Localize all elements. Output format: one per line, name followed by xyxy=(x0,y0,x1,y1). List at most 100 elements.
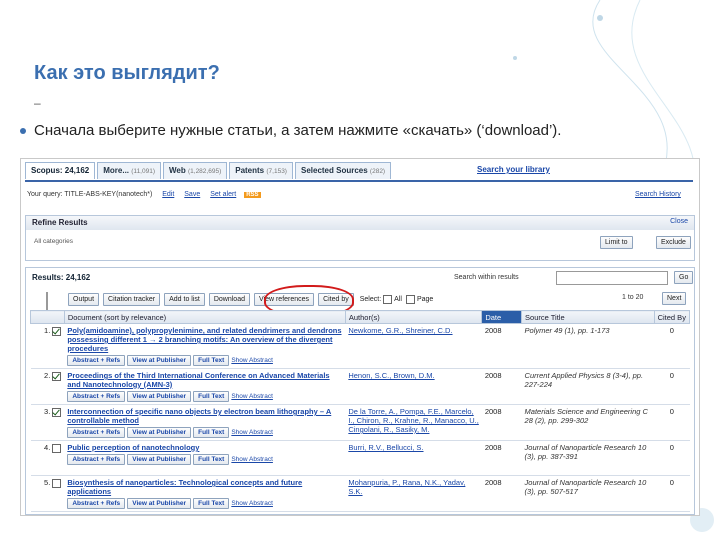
go-button[interactable]: Go xyxy=(674,271,694,284)
limit-to-button[interactable]: Limit to xyxy=(600,236,633,249)
next-page-button[interactable]: Next xyxy=(662,292,687,305)
select-all-checkbox[interactable] xyxy=(383,294,393,304)
abstract-refs-button[interactable]: Abstract + Refs xyxy=(67,427,126,438)
add-to-list-button[interactable]: Add to list xyxy=(164,292,205,306)
col-authors[interactable]: Author(s) xyxy=(344,310,483,324)
show-abstract-link[interactable]: Show Abstract xyxy=(231,500,273,507)
source-cell[interactable]: Materials Science and Engineering C 28 (… xyxy=(521,404,655,441)
show-abstract-link[interactable]: Show Abstract xyxy=(231,456,273,463)
query-text: Your query: TITLE-ABS-KEY(nanotech*) xyxy=(27,191,153,198)
col-date[interactable]: Date xyxy=(481,310,523,324)
view-at-publisher-button[interactable]: View at Publisher xyxy=(127,391,191,402)
page-range: 1 to 20 xyxy=(622,294,644,301)
full-text-button[interactable]: Full Text xyxy=(193,498,230,509)
full-text-button[interactable]: Full Text xyxy=(193,454,230,465)
refine-close-link[interactable]: Close xyxy=(670,218,688,225)
select-all-label: All xyxy=(394,295,402,303)
authors-cell[interactable]: Mohanpuria, P., Rana, N.K., Yadav, S.K. xyxy=(345,475,482,512)
bullet-dot-icon xyxy=(20,128,26,135)
exclude-button[interactable]: Exclude xyxy=(656,236,691,249)
row-checkbox[interactable] xyxy=(52,407,62,417)
doc-cell: Biosynthesis of nanoparticles: Technolog… xyxy=(64,475,346,512)
table-row: 2. Proceedings of the Third International… xyxy=(30,368,690,405)
full-text-button[interactable]: Full Text xyxy=(193,427,230,438)
view-at-publisher-button[interactable]: View at Publisher xyxy=(127,427,191,438)
doc-title-link[interactable]: Public perception of nanotechnology xyxy=(67,443,342,452)
tab-more[interactable]: More... (11,091) xyxy=(97,162,161,179)
tab-scopus[interactable]: Scopus: 24,162 xyxy=(25,162,96,179)
row-checkbox[interactable] xyxy=(52,443,62,453)
source-cell[interactable]: Journal of Nanoparticle Research 10 (3),… xyxy=(521,440,655,476)
view-references-button[interactable]: View references xyxy=(253,292,315,306)
tab-patents[interactable]: Patents (7,153) xyxy=(229,162,293,179)
row-checkbox[interactable] xyxy=(52,371,62,381)
show-abstract-link[interactable]: Show Abstract xyxy=(231,429,273,436)
citation-tracker-button[interactable]: Citation tracker xyxy=(103,292,161,306)
cited-cell: 0 xyxy=(654,475,690,512)
authors-cell[interactable]: De la Torre, A., Pompa, F.E., Marcelo, I… xyxy=(345,404,482,441)
results-toolbar: Output Citation tracker Add to list Down… xyxy=(68,292,433,306)
col-number xyxy=(30,310,65,324)
row-number: 4. xyxy=(30,440,65,476)
set-alert-link[interactable]: Set alert xyxy=(210,191,236,198)
authors-cell[interactable]: Newkome, G.R., Shreiner, C.D. xyxy=(345,323,482,369)
row-checkbox[interactable] xyxy=(52,326,62,336)
bullet-text: Сначала выберите нужные статьи, а затем … xyxy=(34,122,562,139)
tab-web[interactable]: Web (1,282,695) xyxy=(163,162,228,179)
doc-title-link[interactable]: Poly(amidoamine), polypropylenimine, and… xyxy=(67,326,342,353)
tab-selected-sources[interactable]: Selected Sources (282) xyxy=(294,162,392,179)
col-document[interactable]: Document (sort by relevance) xyxy=(63,310,346,324)
doc-title-link[interactable]: Interconnection of specific nano objects… xyxy=(67,407,342,425)
search-library-link[interactable]: Search your library xyxy=(477,165,550,174)
authors-cell[interactable]: Burri, R.V., Bellucci, S. xyxy=(345,440,482,476)
cited-by-button[interactable]: Cited by xyxy=(318,292,354,306)
row-number: 5. xyxy=(30,475,65,512)
date-cell: 2008 xyxy=(481,475,522,512)
search-within-input[interactable] xyxy=(556,271,668,285)
select-page-label: Page xyxy=(416,295,434,303)
rss-icon[interactable]: RSS xyxy=(244,192,261,198)
edit-link[interactable]: Edit xyxy=(162,191,174,198)
abstract-refs-button[interactable]: Abstract + Refs xyxy=(67,498,126,509)
source-cell[interactable]: Polymer 49 (1), pp. 1-173 xyxy=(521,323,655,369)
cited-cell: 0 xyxy=(654,323,690,369)
abstract-refs-button[interactable]: Abstract + Refs xyxy=(67,355,126,366)
full-text-button[interactable]: Full Text xyxy=(193,391,230,402)
doc-links: Abstract + Refs View at Publisher Full T… xyxy=(67,391,342,402)
row-checkbox[interactable] xyxy=(52,478,62,488)
col-cited[interactable]: Cited By xyxy=(653,310,691,324)
abstract-refs-button[interactable]: Abstract + Refs xyxy=(67,391,126,402)
save-link[interactable]: Save xyxy=(184,191,200,198)
doc-cell: Public perception of nanotechnology Abstr… xyxy=(64,440,346,476)
download-button[interactable]: Download xyxy=(208,292,250,306)
doc-cell: Proceedings of the Third International C… xyxy=(64,368,346,405)
all-categories-toggle[interactable]: All categories xyxy=(34,238,73,245)
results-panel: Results: 24,162 Search within results Go… xyxy=(25,267,695,515)
row-number: 2. xyxy=(30,368,65,405)
source-cell[interactable]: Journal of Nanoparticle Research 10 (3),… xyxy=(521,475,655,512)
authors-cell[interactable]: Henon, S.C., Brown, D.M. xyxy=(345,368,482,405)
search-history-link[interactable]: Search History xyxy=(635,191,681,198)
show-abstract-link[interactable]: Show Abstract xyxy=(231,357,273,364)
col-source[interactable]: Source Title xyxy=(521,310,655,324)
output-button[interactable]: Output xyxy=(68,292,100,306)
view-at-publisher-button[interactable]: View at Publisher xyxy=(127,355,191,366)
table-row: 1. Poly(amidoamine), polypropylenimine, a… xyxy=(30,323,690,369)
tab-divider xyxy=(25,180,693,182)
cited-cell: 0 xyxy=(654,404,690,441)
source-cell[interactable]: Current Applied Physics 8 (3-4), pp. 227… xyxy=(521,368,655,405)
doc-title-link[interactable]: Biosynthesis of nanoparticles: Technolog… xyxy=(67,478,342,496)
full-text-button[interactable]: Full Text xyxy=(193,355,230,366)
refine-title: Refine Results xyxy=(26,216,694,230)
doc-title-link[interactable]: Proceedings of the Third International C… xyxy=(67,371,342,389)
source-tabs: Scopus: 24,162 More... (11,091) Web (1,2… xyxy=(25,162,393,180)
abstract-refs-button[interactable]: Abstract + Refs xyxy=(67,454,126,465)
show-abstract-link[interactable]: Show Abstract xyxy=(231,393,273,400)
select-page-checkbox[interactable] xyxy=(405,294,415,304)
view-at-publisher-button[interactable]: View at Publisher xyxy=(127,454,191,465)
title-dash: – xyxy=(34,96,41,110)
doc-cell: Interconnection of specific nano objects… xyxy=(64,404,346,441)
row-number: 1. xyxy=(30,323,65,369)
view-at-publisher-button[interactable]: View at Publisher xyxy=(127,498,191,509)
doc-cell: Poly(amidoamine), polypropylenimine, and… xyxy=(64,323,346,369)
